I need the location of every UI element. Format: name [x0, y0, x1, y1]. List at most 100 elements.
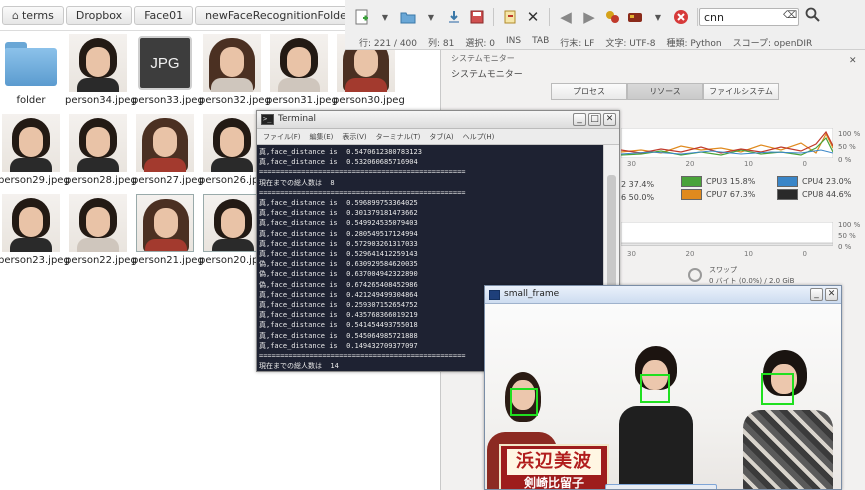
open-folder-icon[interactable]	[399, 8, 417, 26]
image-thumbnail	[203, 194, 261, 252]
color-swatch[interactable]	[777, 176, 798, 187]
tab-0[interactable]: プロセス	[551, 83, 627, 100]
axis-label: 10	[744, 160, 753, 168]
cpu-legend-item: CPU7 67.3%	[681, 189, 755, 200]
file-item[interactable]: person23.jpeg	[0, 194, 70, 266]
breadcrumb-item[interactable]: ⌂ terms	[2, 6, 64, 25]
breadcrumb-item[interactable]: newFaceRecognitionFolder	[195, 6, 362, 25]
breadcrumb-label: Face01	[144, 9, 184, 22]
compile-icon[interactable]	[603, 8, 621, 26]
dropdown-arrow-icon[interactable]: ▼	[649, 8, 667, 26]
color-swatch[interactable]	[681, 176, 702, 187]
search-icon[interactable]	[805, 7, 820, 26]
breadcrumb-label: Dropbox	[75, 9, 123, 22]
close-icon[interactable]: ✕	[524, 8, 542, 26]
status-item: 文字: UTF-8	[605, 39, 656, 49]
window-controls: _ □ ✕	[573, 113, 616, 126]
forward-arrow-icon[interactable]: ▶	[580, 8, 598, 26]
app-icon	[489, 290, 500, 300]
menu-item[interactable]: 表示(V)	[342, 132, 366, 142]
save-all-icon[interactable]	[468, 8, 486, 26]
axis-label: 0	[802, 160, 807, 168]
color-swatch[interactable]	[681, 189, 702, 200]
minimize-button[interactable]: _	[573, 113, 586, 126]
close-button[interactable]: ✕	[825, 288, 838, 301]
download-save-icon[interactable]	[445, 8, 463, 26]
dropdown-arrow-icon[interactable]: ▼	[422, 8, 440, 26]
image-thumbnail	[69, 194, 127, 252]
terminal-line: 真,face_distance is 0.280549517124994	[259, 229, 418, 238]
menu-item[interactable]: ヘルプ(H)	[463, 132, 495, 142]
image-thumbnail	[203, 114, 261, 172]
file-item[interactable]: person27.jpeg	[132, 114, 204, 186]
folder-item[interactable]: folder	[0, 34, 64, 106]
clear-search-icon[interactable]: ⌫	[783, 10, 797, 21]
axis-label: 100 %	[838, 221, 861, 229]
menu-item[interactable]: 編集(E)	[310, 132, 334, 142]
minimize-button[interactable]: _	[810, 288, 823, 301]
axis-label: 0 %	[838, 243, 852, 251]
close-icon[interactable]: ✕	[849, 56, 857, 66]
maximize-button[interactable]: □	[588, 113, 601, 126]
tab-1[interactable]: リソース	[627, 83, 703, 100]
face-detection-box	[510, 388, 538, 416]
cpu-label: CPU8 44.6%	[802, 190, 852, 199]
menu-item[interactable]: ターミナル(T)	[376, 132, 421, 142]
file-item[interactable]: person29.jpeg	[0, 114, 70, 186]
tab-2[interactable]: ファイルシステム	[703, 83, 779, 100]
window-controls: _ ✕	[810, 288, 838, 301]
image-thumbnail	[69, 114, 127, 172]
build-icon[interactable]	[626, 8, 644, 26]
file-item[interactable]: person34.jpeg	[65, 34, 137, 106]
back-arrow-icon[interactable]: ◀	[557, 8, 575, 26]
terminal-line: 真,face_distance is 0.301379181473662	[259, 209, 418, 218]
axis-label: 50 %	[838, 143, 856, 151]
jpg-placeholder-icon: JPG	[138, 36, 192, 90]
frame-titlebar[interactable]: small_frame _ ✕	[485, 286, 841, 304]
color-swatch[interactable]	[777, 189, 798, 200]
terminal-line: 真,face_distance is 0.532060685716904	[259, 158, 418, 167]
terminal-icon: >_	[261, 114, 274, 125]
file-item[interactable]: person28.jpeg	[65, 114, 137, 186]
file-name: person31.jpeg	[266, 95, 338, 106]
cpu-legend-item: CPU8 44.6%	[777, 189, 851, 200]
menu-item[interactable]: ファイル(F)	[263, 132, 301, 142]
cpu-legend-item: CPU4 23.0%	[777, 176, 851, 187]
close-button[interactable]: ✕	[603, 113, 616, 126]
status-item: 種類: Python	[666, 39, 722, 49]
time-axis: 30 20 10 0	[627, 250, 807, 258]
video-frame-window: small_frame _ ✕ 浜辺美波 剣崎比留子	[484, 285, 842, 490]
axis-label: 30	[627, 250, 636, 258]
menu-item[interactable]: タブ(A)	[429, 132, 453, 142]
window-subtitle: システムモニター	[451, 70, 523, 80]
new-file-icon[interactable]	[353, 8, 371, 26]
breadcrumb-item[interactable]: Face01	[134, 6, 194, 25]
axis-label: 0 %	[838, 156, 852, 164]
file-name: person21.jpeg	[132, 255, 204, 266]
toolbar-separator	[697, 8, 698, 26]
breadcrumb-item[interactable]: Dropbox	[65, 6, 133, 25]
terminal-titlebar[interactable]: >_ Terminal _ □ ✕	[257, 111, 619, 129]
status-item: スコープ: openDIR	[732, 39, 813, 49]
cpu-percent-axis: 100 % 50 % 0 %	[838, 128, 860, 167]
image-thumbnail	[136, 114, 194, 172]
revert-icon[interactable]	[501, 8, 519, 26]
person-figure	[615, 346, 697, 489]
terminal-line: 真,face_distance is 0.572903261317033	[259, 239, 418, 248]
file-name: person33.jpeg	[132, 95, 204, 106]
file-item[interactable]: person22.jpeg	[65, 194, 137, 266]
terminal-menubar: ファイル(F) 編集(E) 表示(V) ターミナル(T) タブ(A) ヘルプ(H)	[257, 129, 619, 145]
cpu-legend-item: CPU3 15.8%	[681, 176, 755, 187]
stop-icon[interactable]	[672, 8, 690, 26]
file-item[interactable]: person31.jpeg	[266, 34, 338, 106]
home-icon: ⌂	[12, 9, 19, 22]
toolbar-separator	[493, 8, 494, 26]
terminal-line: 偽,face_distance is 0.630929584620035	[259, 260, 418, 269]
status-item: INS	[506, 36, 522, 46]
file-item[interactable]: JPG person33.jpeg	[132, 34, 204, 106]
dropdown-arrow-icon[interactable]: ▼	[376, 8, 394, 26]
file-item[interactable]: person32.jpeg	[199, 34, 271, 106]
cpu-label: CPU7 67.3%	[706, 190, 756, 199]
status-item: 選択: 0	[465, 39, 495, 49]
file-item[interactable]: person21.jpeg	[132, 194, 204, 266]
